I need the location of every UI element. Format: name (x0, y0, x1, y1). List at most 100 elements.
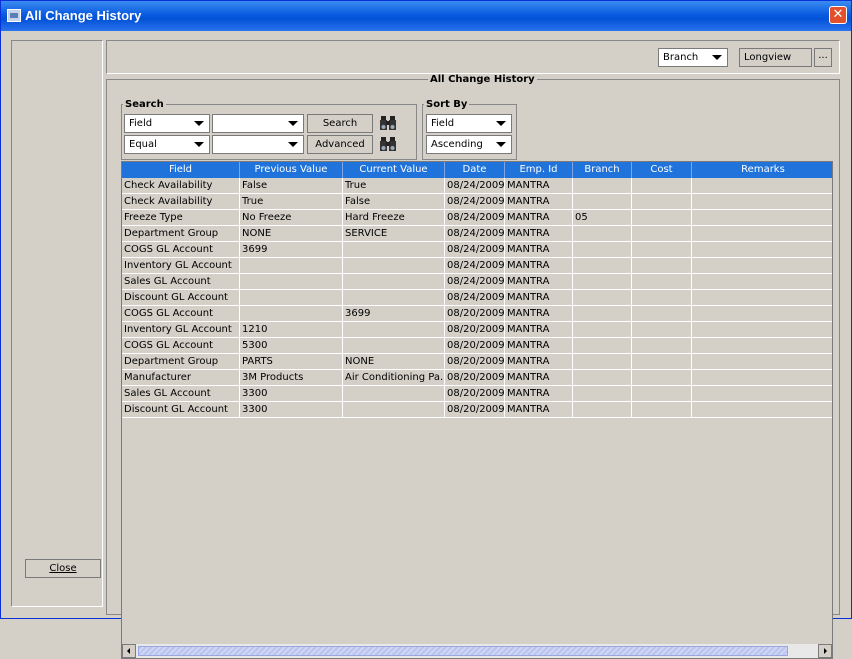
table-row[interactable]: Manufacturer 3M Products Air Conditioning … (122, 370, 832, 386)
cell-date: 08/24/2009 (445, 290, 505, 306)
column-header-remarks[interactable]: Remarks (692, 162, 832, 178)
top-filter-bar: Branch Longview ... (106, 40, 840, 74)
table-row[interactable]: Inventory GL Account 1210 08/20/2009 MANTRA (122, 322, 832, 338)
close-button-label: Close (49, 563, 77, 574)
cell-branch (573, 178, 632, 194)
cell-cost (632, 386, 692, 402)
sort-order-select[interactable]: Ascending (426, 135, 512, 154)
scroll-left-button[interactable] (122, 644, 136, 658)
window-close-button[interactable]: ✕ (829, 6, 847, 24)
cell-date: 08/24/2009 (445, 242, 505, 258)
column-header-field[interactable]: Field (122, 162, 240, 178)
cell-field: Discount GL Account (122, 290, 240, 306)
change-history-table: Field Previous Value Current Value Date … (121, 161, 833, 659)
table-row[interactable]: Department Group PARTS NONE 08/20/2009 MANTR… (122, 354, 832, 370)
column-header-previous-value[interactable]: Previous Value (240, 162, 343, 178)
cell-cost (632, 226, 692, 242)
branch-select[interactable]: Branch (658, 48, 728, 67)
cell-emp-id: MANTRA (505, 290, 573, 306)
cell-field: Department Group (122, 226, 240, 242)
table-row[interactable]: COGS GL Account 5300 08/20/2009 MANTRA (122, 338, 832, 354)
cell-previous-value (240, 274, 343, 290)
cell-current-value (343, 322, 445, 338)
sort-field-value: Field (431, 118, 455, 129)
column-header-emp-id[interactable]: Emp. Id (505, 162, 573, 178)
cell-field: Check Availability (122, 178, 240, 194)
chevron-down-icon (496, 142, 506, 147)
cell-emp-id: MANTRA (505, 258, 573, 274)
sort-field-select[interactable]: Field (426, 114, 512, 133)
table-row[interactable]: Freeze Type No Freeze Hard Freeze 08/24/200… (122, 210, 832, 226)
cell-remarks (692, 402, 832, 418)
search-value-select-2[interactable] (212, 135, 304, 154)
scrollbar-thumb[interactable] (138, 646, 788, 656)
cell-remarks (692, 306, 832, 322)
cell-field: COGS GL Account (122, 306, 240, 322)
horizontal-scrollbar[interactable] (122, 644, 832, 658)
column-header-date[interactable]: Date (445, 162, 505, 178)
advanced-button[interactable]: Advanced (307, 135, 373, 154)
search-value-select-1[interactable] (212, 114, 304, 133)
search-button[interactable]: Search (307, 114, 373, 133)
binoculars-icon[interactable] (379, 136, 397, 152)
cell-current-value: SERVICE (343, 226, 445, 242)
chevron-down-icon (496, 121, 506, 126)
branch-value-field[interactable]: Longview (739, 48, 812, 67)
table-row[interactable]: Check Availability True False 08/24/2009 MAN… (122, 194, 832, 210)
arrow-left-icon (127, 648, 130, 654)
advanced-button-label: Advanced (315, 139, 365, 150)
column-header-branch[interactable]: Branch (573, 162, 632, 178)
cell-field: Inventory GL Account (122, 258, 240, 274)
binoculars-icon[interactable] (379, 115, 397, 131)
cell-cost (632, 178, 692, 194)
cell-branch (573, 306, 632, 322)
cell-previous-value: False (240, 178, 343, 194)
cell-date: 08/24/2009 (445, 194, 505, 210)
scroll-right-button[interactable] (818, 644, 832, 658)
cell-branch: 05 (573, 210, 632, 226)
cell-date: 08/20/2009 (445, 338, 505, 354)
cell-previous-value: 1210 (240, 322, 343, 338)
cell-previous-value (240, 306, 343, 322)
cell-previous-value: 3300 (240, 386, 343, 402)
cell-current-value: NONE (343, 354, 445, 370)
table-row[interactable]: Department Group NONE SERVICE 08/24/2009 MAN… (122, 226, 832, 242)
cell-current-value: True (343, 178, 445, 194)
cell-current-value: Air Conditioning Pa... (343, 370, 445, 386)
table-row[interactable]: COGS GL Account 3699 08/24/2009 MANTRA (122, 242, 832, 258)
cell-remarks (692, 290, 832, 306)
table-row[interactable]: Sales GL Account 08/24/2009 MANTRA (122, 274, 832, 290)
close-button[interactable]: Close (25, 559, 101, 578)
search-operator-select[interactable]: Equal (124, 135, 210, 154)
table-row[interactable]: Inventory GL Account 08/24/2009 MANTRA (122, 258, 832, 274)
cell-field: COGS GL Account (122, 242, 240, 258)
cell-date: 08/24/2009 (445, 178, 505, 194)
table-row[interactable]: COGS GL Account 3699 08/20/2009 MANTRA (122, 306, 832, 322)
table-row[interactable]: Sales GL Account 3300 08/20/2009 MANTRA (122, 386, 832, 402)
search-field-value: Field (129, 118, 153, 129)
branch-value-text: Longview (744, 52, 792, 63)
cell-field: Sales GL Account (122, 386, 240, 402)
table-row[interactable]: Discount GL Account 08/24/2009 MANTRA (122, 290, 832, 306)
column-header-current-value[interactable]: Current Value (343, 162, 445, 178)
search-field-select[interactable]: Field (124, 114, 210, 133)
chevron-down-icon (712, 55, 722, 60)
cell-emp-id: MANTRA (505, 402, 573, 418)
cell-field: Freeze Type (122, 210, 240, 226)
column-header-cost[interactable]: Cost (632, 162, 692, 178)
title-bar[interactable]: All Change History ✕ (1, 1, 851, 31)
cell-remarks (692, 354, 832, 370)
cell-emp-id: MANTRA (505, 306, 573, 322)
cell-branch (573, 354, 632, 370)
branch-browse-button[interactable]: ... (814, 48, 832, 67)
cell-remarks (692, 210, 832, 226)
table-row[interactable]: Discount GL Account 3300 08/20/2009 MANTRA (122, 402, 832, 418)
sort-order-value: Ascending (431, 139, 483, 150)
cell-current-value (343, 290, 445, 306)
cell-previous-value: 3699 (240, 242, 343, 258)
content-frame: Close Branch Longview ... All Change His… (4, 31, 848, 659)
table-row[interactable]: Check Availability False True 08/24/2009 MAN… (122, 178, 832, 194)
cell-branch (573, 370, 632, 386)
cell-branch (573, 274, 632, 290)
cell-remarks (692, 322, 832, 338)
